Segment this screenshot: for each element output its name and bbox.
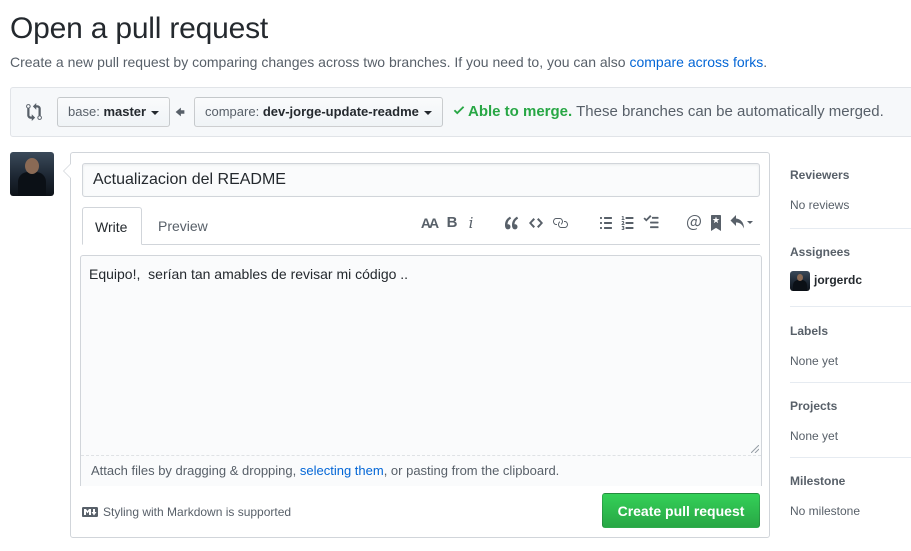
base-branch-select[interactable]: base: master — [57, 97, 171, 127]
italic-icon[interactable]: i — [465, 213, 477, 233]
quote-icon[interactable] — [503, 213, 521, 233]
markdown-note[interactable]: Styling with Markdown is supported — [82, 505, 291, 519]
merge-status: Able to merge. These branches can be aut… — [452, 103, 884, 120]
create-pull-request-button[interactable]: Create pull request — [602, 493, 760, 528]
bookmark-icon[interactable] — [707, 213, 725, 233]
file-drop-zone[interactable]: Attach files by dragging & dropping, sel… — [81, 455, 761, 486]
base-label: base: — [68, 104, 100, 119]
pull-request-composer: Write Preview AA B i Equipo!, serían tan… — [63, 152, 770, 538]
markdown-note-text: Styling with Markdown is supported — [103, 505, 292, 519]
compare-across-forks-link[interactable]: compare across forks — [629, 54, 763, 70]
reviewers-heading[interactable]: Reviewers — [790, 167, 911, 183]
unordered-list-icon[interactable] — [597, 213, 615, 233]
assignees-section[interactable]: Assignees jorgerdc — [790, 244, 911, 291]
assignee-name: jorgerdc — [814, 273, 863, 287]
pr-title-input[interactable] — [82, 163, 760, 197]
page-title: Open a pull request — [10, 12, 269, 45]
compare-branch-select[interactable]: compare: dev-jorge-update-readme — [194, 97, 443, 127]
markdown-icon — [82, 507, 98, 517]
reviewers-value: No reviews — [790, 198, 850, 212]
assignee-item[interactable]: jorgerdc — [790, 270, 911, 291]
link-icon[interactable] — [551, 213, 569, 233]
merge-description: These branches can be automatically merg… — [576, 103, 884, 120]
tab-write[interactable]: Write — [82, 207, 142, 245]
code-icon[interactable] — [527, 213, 545, 233]
subtitle-suffix: . — [763, 54, 768, 70]
reply-icon[interactable] — [729, 213, 755, 233]
assignees-heading[interactable]: Assignees — [790, 244, 911, 260]
labels-section[interactable]: Labels None yet — [790, 323, 911, 369]
milestone-value: No milestone — [790, 504, 861, 518]
drop-suffix: , or pasting from the clipboard. — [383, 463, 560, 478]
check-icon — [453, 106, 465, 115]
base-branch-name: master — [103, 104, 147, 119]
bold-icon[interactable]: B — [445, 213, 459, 233]
branch-range-bar: base: master compare: dev-jorge-update-r… — [10, 87, 911, 137]
git-compare-icon — [26, 103, 42, 121]
sidebar-divider — [790, 306, 911, 307]
projects-heading[interactable]: Projects — [790, 398, 911, 414]
chevron-down-icon — [423, 110, 432, 115]
avatar[interactable] — [10, 152, 54, 196]
select-files-link[interactable]: selecting them — [300, 463, 384, 478]
drop-text: Attach files by dragging & dropping, — [91, 463, 297, 478]
chevron-down-icon — [151, 110, 160, 115]
pr-body-editor: Equipo!, serían tan amables de revisar m… — [80, 255, 762, 486]
avatar — [790, 270, 810, 291]
labels-heading[interactable]: Labels — [790, 323, 911, 339]
task-list-icon[interactable] — [641, 213, 661, 233]
labels-value: None yet — [790, 354, 839, 368]
arrow-left-icon — [175, 107, 185, 117]
resize-handle-icon[interactable] — [751, 445, 759, 453]
text-size-icon[interactable]: AA — [419, 213, 439, 233]
projects-value: None yet — [790, 429, 839, 443]
ordered-list-icon[interactable] — [619, 213, 637, 233]
page-subtitle: Create a new pull request by comparing c… — [10, 54, 767, 70]
sidebar-divider — [790, 228, 911, 229]
pr-body-textarea[interactable]: Equipo!, serían tan amables de revisar m… — [81, 256, 761, 456]
mention-icon[interactable] — [685, 213, 703, 233]
milestone-section[interactable]: Milestone No milestone — [790, 473, 911, 519]
compare-branch-name: dev-jorge-update-readme — [262, 104, 419, 119]
reviewers-section[interactable]: Reviewers No reviews — [790, 167, 911, 213]
merge-ok-text: Able to merge. — [468, 103, 573, 120]
sidebar-divider — [790, 457, 911, 458]
compare-label: compare: — [205, 104, 260, 119]
projects-section[interactable]: Projects None yet — [790, 398, 911, 444]
subtitle-text: Create a new pull request by comparing c… — [10, 54, 626, 70]
sidebar-divider — [790, 382, 911, 383]
milestone-heading[interactable]: Milestone — [790, 473, 911, 489]
tab-preview[interactable]: Preview — [146, 207, 220, 245]
